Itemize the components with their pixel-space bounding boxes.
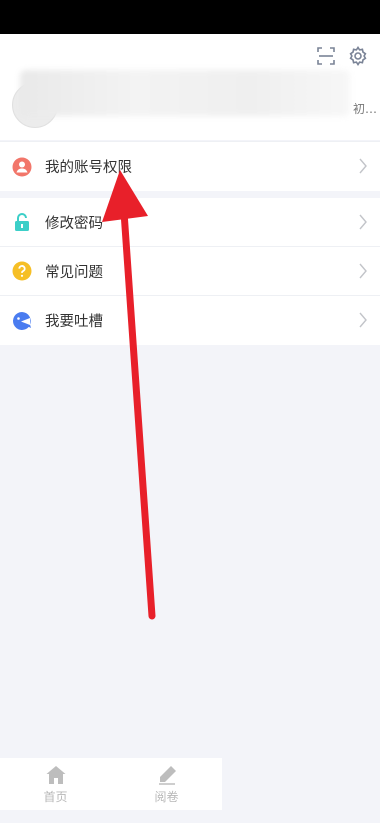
chevron-right-icon <box>358 214 368 230</box>
tab-label: 阅卷 <box>154 789 179 804</box>
question-circle-icon <box>12 261 32 281</box>
menu-item-label: 常见问题 <box>45 264 103 281</box>
blurred-profile-info <box>20 70 350 116</box>
lock-icon <box>12 212 32 232</box>
profile-header: 初… <box>0 34 380 140</box>
settings-gear-icon[interactable] <box>348 46 368 66</box>
chevron-right-icon <box>358 312 368 328</box>
home-icon <box>46 765 65 784</box>
bottom-tab-bar: 首页 阅卷 <box>0 758 222 810</box>
menu-item-faq[interactable]: 常见问题 <box>0 247 380 296</box>
user-circle-icon <box>12 157 32 177</box>
tab-home[interactable]: 首页 <box>0 758 111 810</box>
chevron-right-icon <box>358 158 368 174</box>
pencil-icon <box>158 765 176 785</box>
profile-tag: 初… <box>352 102 377 116</box>
header-actions <box>316 46 368 66</box>
menu-item-feedback[interactable]: 我要吐槽 <box>0 296 380 345</box>
menu-item-account-permissions[interactable]: 我的账号权限 <box>0 142 380 191</box>
menu-item-change-password[interactable]: 修改密码 <box>0 198 380 247</box>
menu-item-label: 我的账号权限 <box>45 160 132 176</box>
tab-grading[interactable]: 阅卷 <box>111 758 222 810</box>
menu-group-settings: 修改密码 常见问题 我要吐槽 <box>0 198 380 345</box>
status-bar <box>0 0 380 34</box>
menu-group-account: 我的账号权限 <box>0 141 380 191</box>
scan-icon[interactable] <box>316 46 336 66</box>
chevron-right-icon <box>358 263 368 279</box>
menu-item-label: 我要吐槽 <box>45 314 103 330</box>
menu-item-label: 修改密码 <box>45 215 103 232</box>
chat-bubble-icon <box>12 311 32 331</box>
tab-label: 首页 <box>43 789 68 804</box>
